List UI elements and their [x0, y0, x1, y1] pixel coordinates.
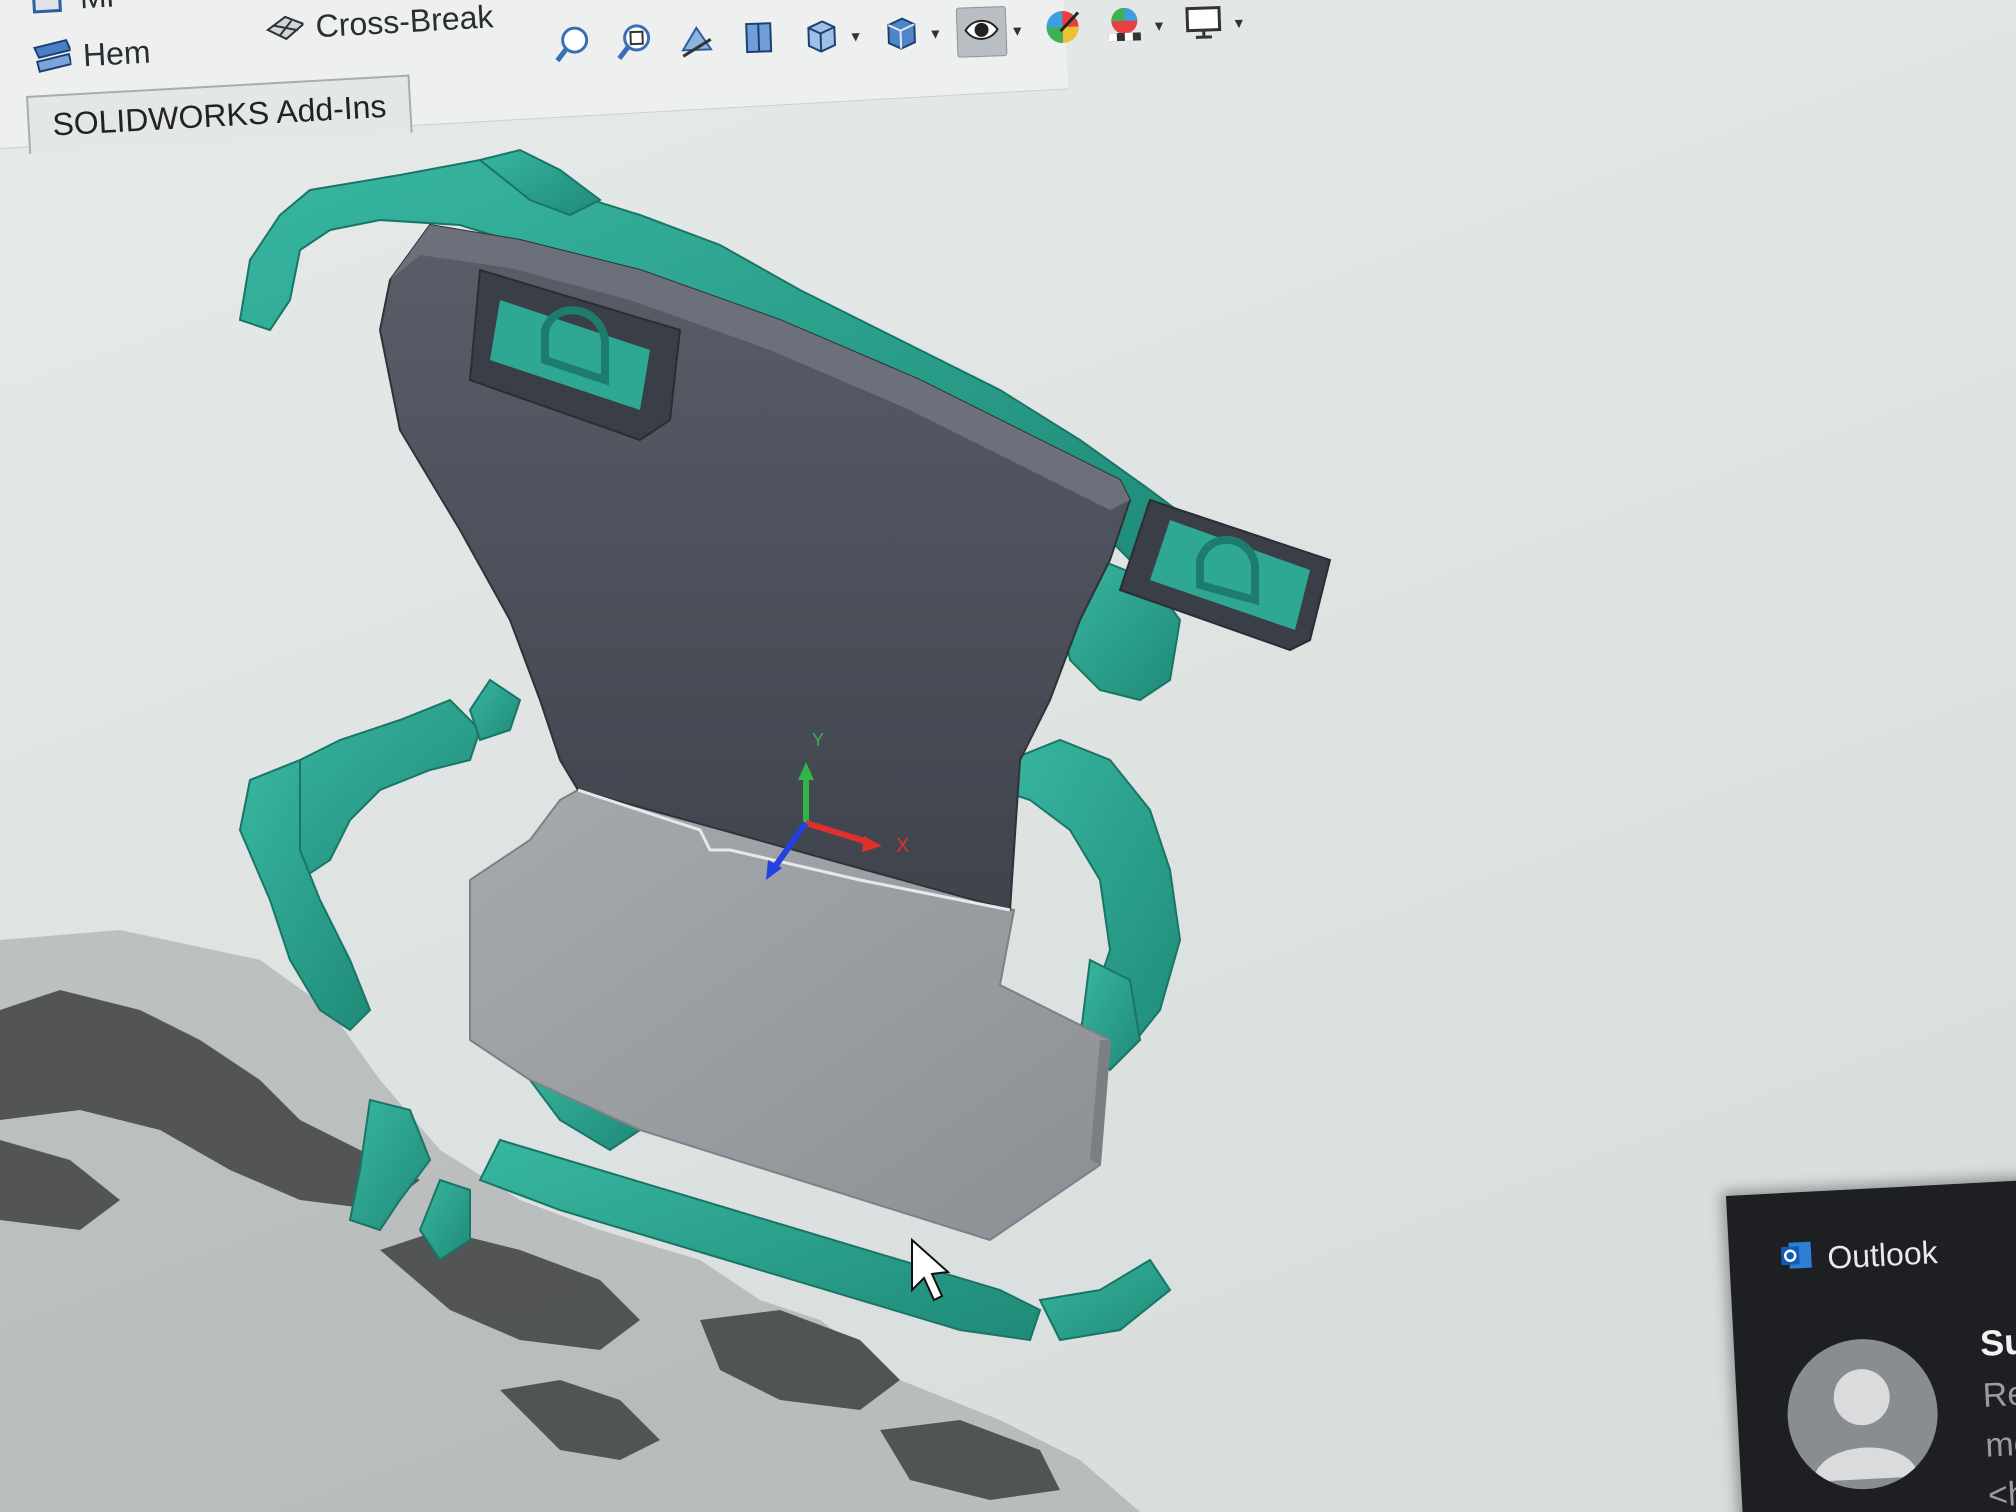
- section-view-icon: [738, 16, 780, 62]
- notification-preview-line: mé: [1984, 1424, 2016, 1465]
- notification-sender: Su: [1978, 1320, 2016, 1364]
- ribbon-command-label: Hem: [81, 33, 152, 73]
- zoom-to-area-button[interactable]: [610, 19, 660, 69]
- eye-icon: [961, 9, 1003, 55]
- notification-header: Outlook: [1778, 1231, 1938, 1281]
- notification-preview-line: <h: [1987, 1474, 2016, 1512]
- apply-scene-icon: [1103, 4, 1145, 50]
- edit-appearance-icon: [1041, 6, 1083, 52]
- section-view-button[interactable]: [734, 15, 784, 65]
- display-style-icon: [880, 12, 922, 58]
- monitor-icon: [1183, 1, 1225, 47]
- view-orientation-icon: [800, 14, 842, 60]
- cross-break-icon: [263, 7, 305, 49]
- ribbon-command-label: Cross-Break: [314, 0, 495, 44]
- previous-view-button[interactable]: [672, 17, 722, 67]
- outlook-icon: [1778, 1238, 1814, 1282]
- zoom-to-fit-button[interactable]: [548, 21, 598, 71]
- outlook-notification[interactable]: Outlook Su Re mé <h: [1726, 1179, 2016, 1512]
- edit-appearance-button[interactable]: [1037, 4, 1087, 54]
- hide-show-items-button[interactable]: [955, 6, 1008, 58]
- display-style-button[interactable]: [876, 10, 926, 60]
- screen: X Y Mi Hem Cross-Break SOLID: [0, 0, 2016, 1512]
- view-settings-button[interactable]: [1179, 0, 1229, 49]
- triad-x-label: X: [896, 835, 909, 857]
- graphics-viewport[interactable]: X Y: [0, 0, 2016, 1512]
- notification-preview-line: Re: [1981, 1374, 2016, 1415]
- view-orientation-button[interactable]: [796, 13, 846, 63]
- chevron-down-icon[interactable]: ▼: [928, 25, 942, 41]
- hem-icon: [30, 36, 73, 78]
- triad-y-label: Y: [812, 730, 824, 750]
- zoom-to-fit-icon: [552, 23, 594, 69]
- chevron-down-icon[interactable]: ▼: [848, 28, 862, 44]
- ribbon-command-hem[interactable]: Hem: [30, 32, 152, 79]
- previous-view-icon: [676, 19, 718, 65]
- ribbon-command-miter-flange[interactable]: Mi: [27, 0, 115, 20]
- miter-flange-icon: [27, 0, 69, 20]
- ribbon-command-cross-break[interactable]: Cross-Break: [263, 0, 495, 49]
- apply-scene-button[interactable]: [1099, 2, 1149, 52]
- avatar: [1783, 1335, 1942, 1493]
- notification-app-name: Outlook: [1826, 1233, 1939, 1276]
- tab-label: SOLIDWORKS Add-Ins: [51, 87, 388, 143]
- chevron-down-icon[interactable]: ▼: [1232, 15, 1246, 31]
- zoom-to-area-icon: [614, 21, 656, 67]
- ribbon-command-label: Mi: [79, 0, 115, 16]
- chevron-down-icon[interactable]: ▼: [1152, 17, 1166, 33]
- chevron-down-icon[interactable]: ▼: [1010, 22, 1024, 38]
